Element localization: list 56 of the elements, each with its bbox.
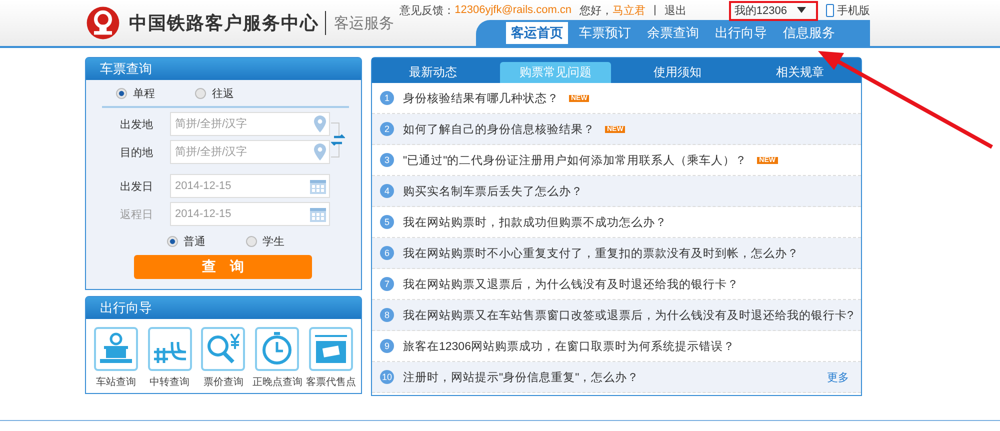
station-building-icon — [98, 332, 134, 366]
ticket-sign-icon — [313, 332, 350, 366]
panel-title: 车票查询 — [100, 61, 152, 76]
field-label: 出发日 — [119, 180, 154, 194]
station-field[interactable]: 简拼/全拼/汉字 — [170, 140, 330, 164]
separator-text: | — [654, 4, 656, 16]
location-pin-icon — [314, 144, 326, 160]
faq-link[interactable]: 注册时，网站提示"身份信息重复"，怎么办？ — [403, 370, 640, 384]
nav-tab[interactable]: 客运首页 — [506, 22, 568, 44]
site-subtitle: 客运服务 — [334, 14, 394, 32]
field-label: 出发地 — [119, 118, 154, 132]
mobile-link[interactable]: 手机版 — [837, 2, 870, 18]
phone-icon — [826, 4, 834, 16]
caret-icon — [797, 7, 806, 13]
calendar-icon — [310, 178, 326, 194]
field-label: 目的地 — [119, 146, 154, 160]
magnifier-yen-icon — [205, 332, 242, 366]
trip-type-radio[interactable]: 往返 — [195, 86, 234, 101]
number-badge: 2 — [380, 122, 394, 136]
faq-link[interactable]: "已通过"的二代身份证注册用户如何添加常用联系人（乘车人）？ — [403, 152, 748, 168]
feedback-label: 意见反馈： — [400, 4, 455, 18]
faq-link[interactable]: 我在网站购票又在车站售票窗口改签或退票后，为什么钱没有及时退还给我的银行卡? — [403, 308, 854, 322]
logo-icon — [85, 5, 121, 41]
panel-title: 出行向导 — [100, 300, 152, 315]
number-badge: 9 — [380, 339, 394, 353]
more-link[interactable]: 更多 — [827, 370, 849, 384]
faq-link[interactable]: 我在网站购票时不小心重复支付了，重复扣的票款没有及时到帐，怎么办？ — [403, 246, 799, 260]
number-badge: 1 — [380, 91, 394, 105]
station-field[interactable]: 简拼/全拼/汉字 — [170, 112, 330, 136]
faq-tab[interactable]: 相关规章 — [744, 62, 855, 83]
number-badge: 5 — [380, 215, 394, 229]
number-badge: 7 — [380, 277, 394, 291]
faq-link[interactable]: 购买实名制车票后丢失了怎么办？ — [403, 184, 583, 198]
swap-icon[interactable] — [331, 121, 345, 159]
faq-link[interactable]: 我在网站购票又退票后，为什么钱没有及时退还给我的银行卡？ — [403, 276, 739, 292]
faq-tab[interactable]: 使用须知 — [622, 62, 733, 83]
logout-link[interactable]: 退出 — [664, 2, 686, 18]
number-badge: 3 — [380, 153, 394, 167]
field-label: 返程日 — [119, 208, 154, 222]
number-badge: 4 — [380, 184, 394, 198]
faq-link[interactable]: 如何了解自己的身份信息核验结果？ — [403, 122, 595, 136]
number-badge: 8 — [380, 308, 394, 322]
location-pin-icon — [314, 116, 326, 132]
faq-link[interactable]: 身份核验结果有哪几种状态？ — [403, 90, 559, 106]
trip-type-radio[interactable]: 单程 — [116, 86, 155, 101]
faq-tab[interactable]: 最新动态 — [378, 62, 488, 83]
passenger-type-radio[interactable]: 学生 — [246, 234, 284, 249]
site-title: 中国铁路客户服务中心 — [129, 11, 326, 35]
passenger-type-radio[interactable]: 普通 — [166, 234, 206, 249]
number-badge: 6 — [380, 246, 394, 260]
faq-link[interactable]: 我在网站购票时，扣款成功但购票不成功怎么办？ — [403, 214, 667, 230]
my-account-dropdown[interactable]: 我的12306 — [724, 0, 808, 20]
number-badge: 10 — [380, 370, 394, 384]
faq-link[interactable]: 旅客在12306网站购票成功，在窗口取票时为何系统提示错误？ — [403, 338, 735, 354]
greeting-text: 您好， — [580, 4, 613, 18]
calendar-icon — [310, 206, 326, 222]
